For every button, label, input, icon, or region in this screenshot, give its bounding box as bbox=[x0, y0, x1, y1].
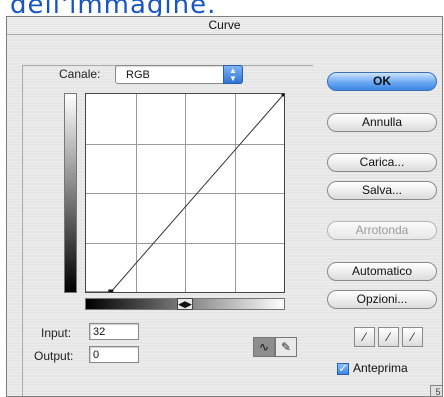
black-eyedropper-icon[interactable]: ⁄ bbox=[354, 327, 375, 347]
channel-label: Canale: bbox=[59, 67, 101, 81]
output-field[interactable] bbox=[89, 346, 139, 363]
curve-tool-icon[interactable]: ∿ bbox=[253, 337, 275, 357]
gray-eyedropper-icon[interactable]: ⁄ bbox=[378, 327, 399, 347]
input-label: Input: bbox=[41, 326, 72, 340]
dialog-title: Curve bbox=[7, 17, 442, 35]
input-field[interactable] bbox=[89, 323, 139, 340]
curve-grid bbox=[86, 94, 284, 292]
curves-dialog: Curve Canale: RGB ▲▼ ◀▶ Input: Output: ∿… bbox=[6, 16, 443, 397]
options-button[interactable]: Opzioni... bbox=[327, 290, 437, 309]
curve-graph-svg bbox=[86, 94, 284, 292]
channel-select[interactable]: RGB ▲ ▼ bbox=[115, 65, 243, 84]
auto-button[interactable]: Automatico bbox=[327, 262, 437, 281]
channel-select-value: RGB bbox=[126, 69, 150, 81]
updown-arrows-icon: ▲ ▼ bbox=[223, 65, 243, 84]
resize-grip[interactable]: 5 bbox=[430, 385, 442, 396]
output-label: Output: bbox=[34, 349, 74, 363]
preview-label: Anteprima bbox=[353, 361, 408, 375]
curve-graph[interactable] bbox=[85, 93, 285, 293]
pencil-icon[interactable]: ✎ bbox=[275, 337, 297, 357]
white-eyedropper-icon[interactable]: ⁄ bbox=[402, 327, 423, 347]
dialog-content: Canale: RGB ▲▼ ◀▶ Input: Output: ∿ ✎ OK … bbox=[7, 35, 442, 396]
curve-point[interactable] bbox=[281, 94, 285, 97]
cancel-button[interactable]: Annulla bbox=[327, 113, 437, 132]
output-gradient-bar bbox=[64, 93, 77, 293]
ok-button[interactable]: OK bbox=[327, 72, 437, 91]
gradient-toggle-button[interactable]: ◀▶ bbox=[177, 298, 193, 310]
load-button[interactable]: Carica... bbox=[327, 153, 437, 172]
smooth-button[interactable]: Arrotonda bbox=[327, 221, 437, 240]
save-button[interactable]: Salva... bbox=[327, 181, 437, 200]
curve-point[interactable] bbox=[108, 289, 114, 293]
preview-checkbox[interactable]: ✓ bbox=[337, 363, 349, 375]
